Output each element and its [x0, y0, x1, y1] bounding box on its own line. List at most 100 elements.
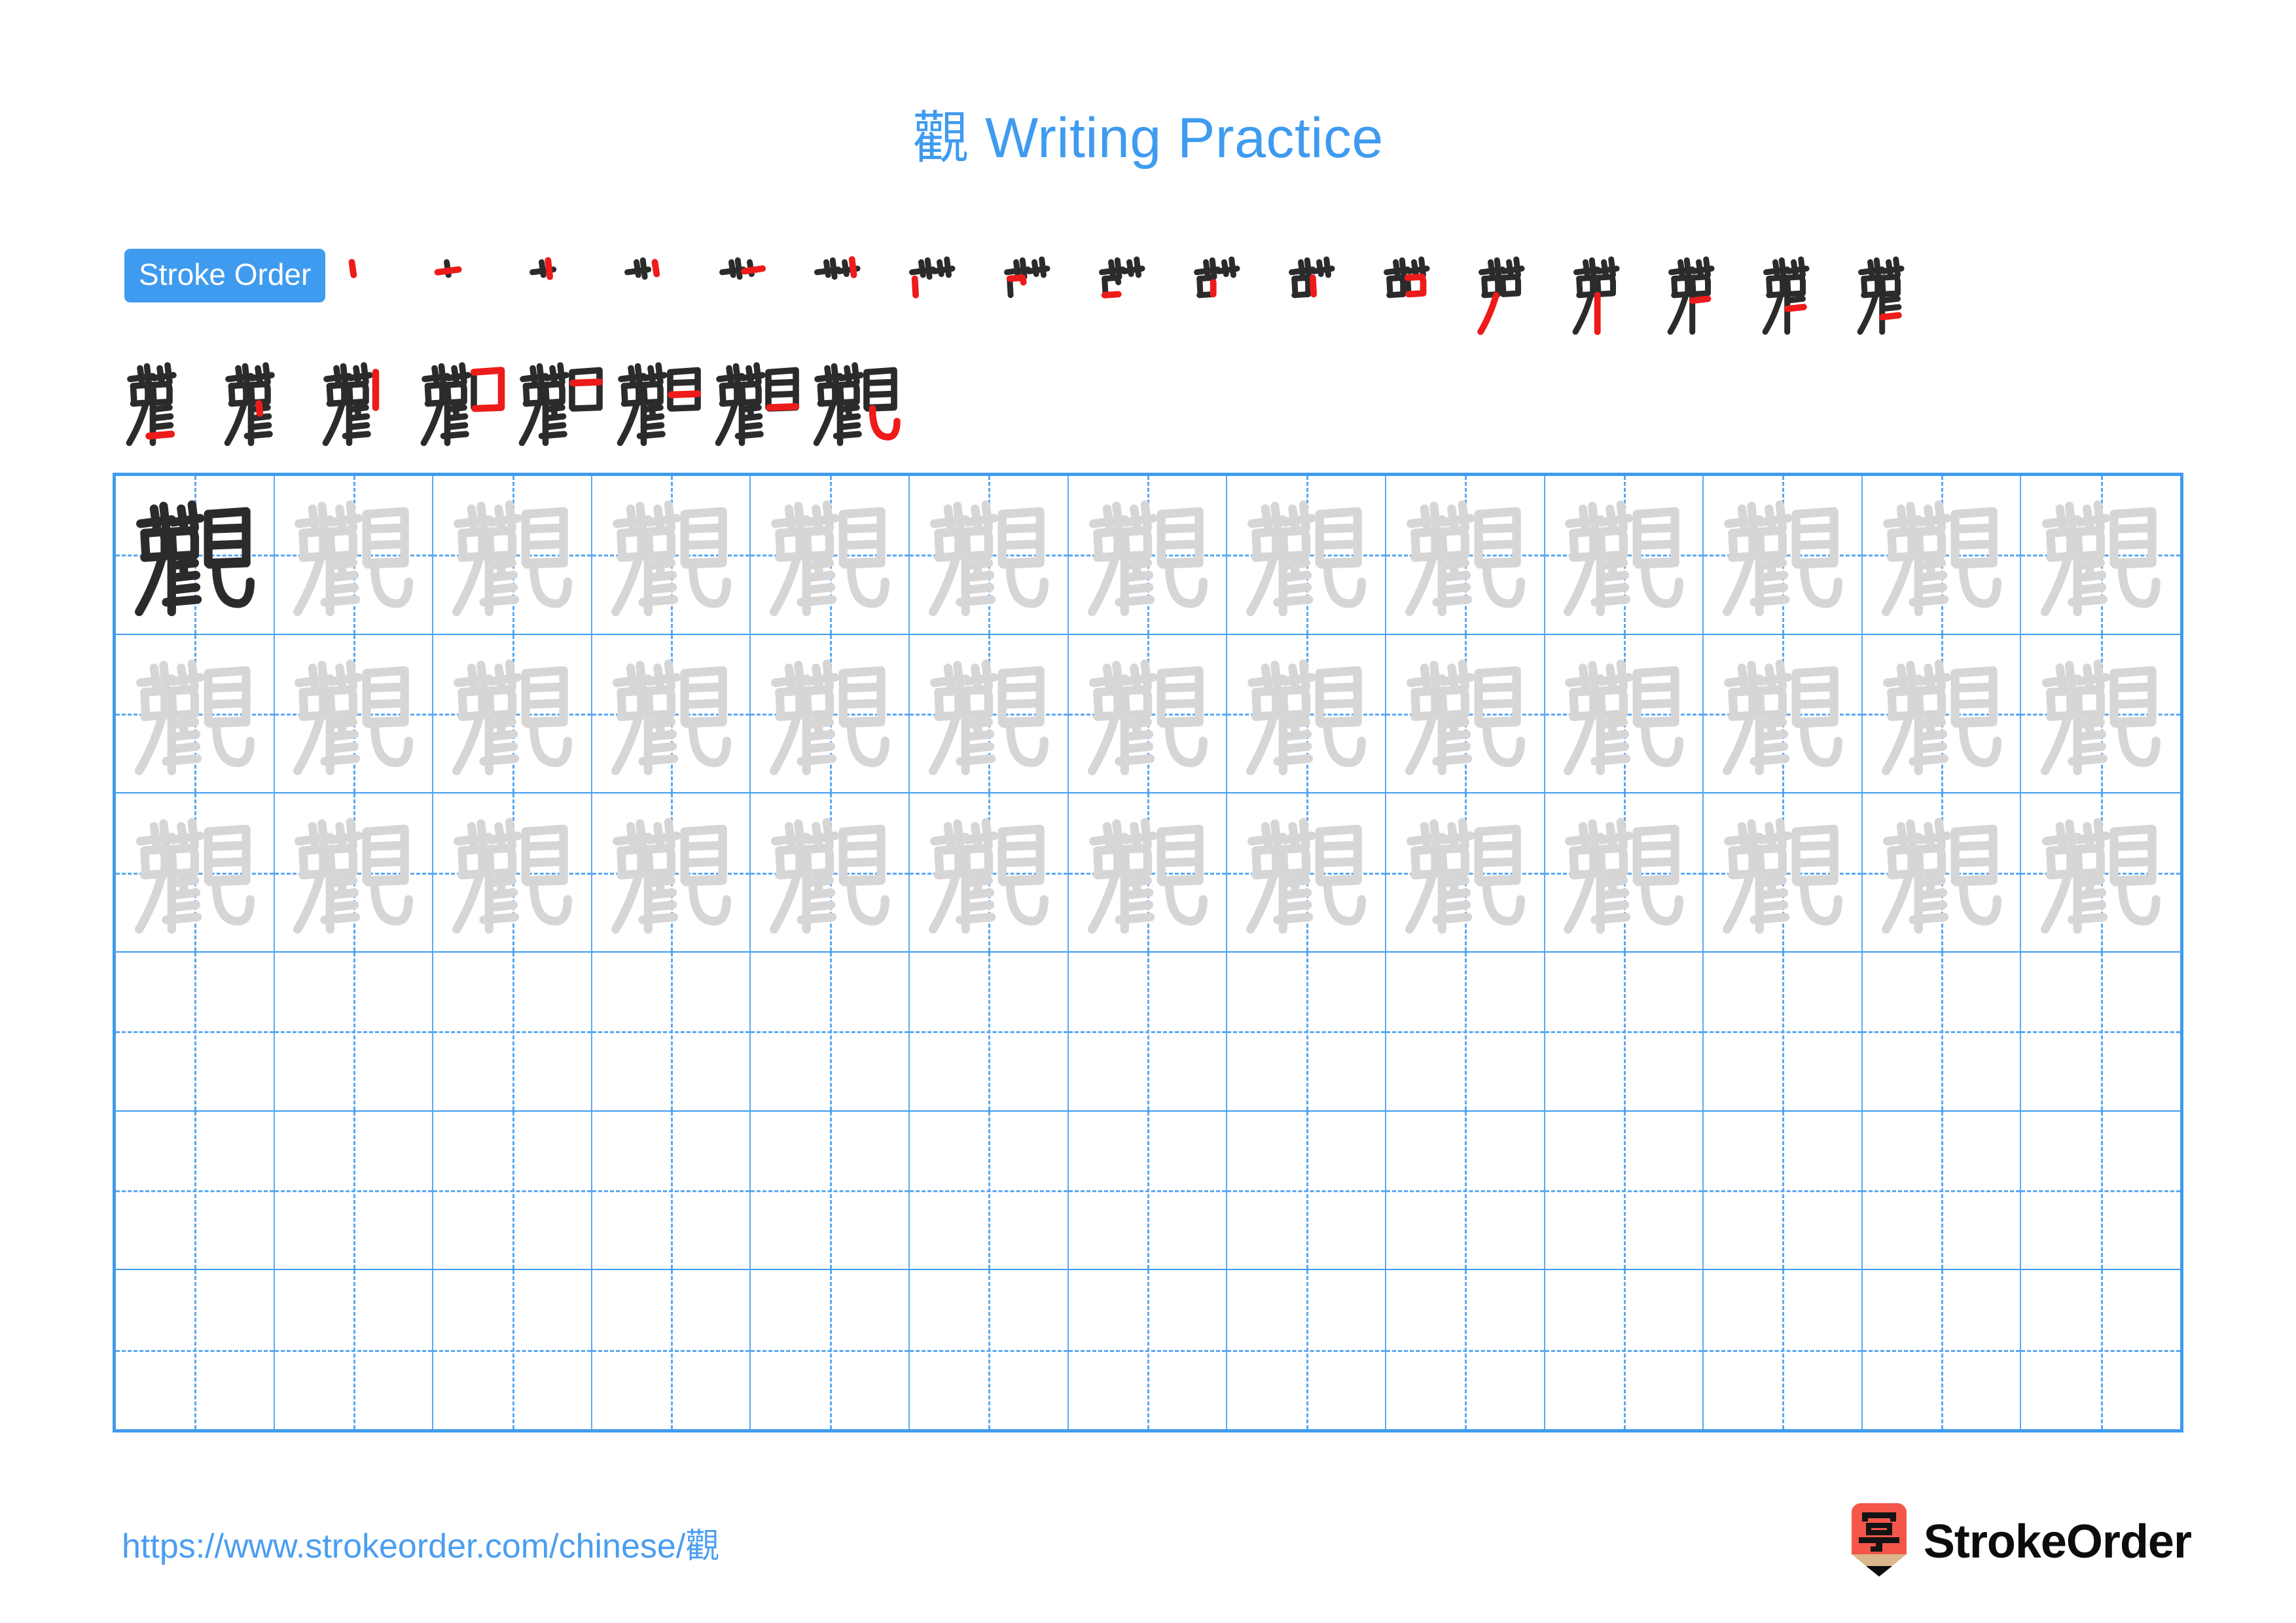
- practice-cell-r5c13[interactable]: [2021, 1111, 2180, 1271]
- practice-cell-r1c5[interactable]: [751, 476, 910, 635]
- practice-cell-r3c10[interactable]: [1545, 793, 1704, 953]
- practice-cell-r2c6[interactable]: [910, 634, 1069, 794]
- practice-cell-r6c12[interactable]: [1862, 1270, 2022, 1429]
- practice-cell-r2c3[interactable]: [433, 634, 592, 794]
- footer-url[interactable]: https://www.strokeorder.com/chinese/觀: [122, 1529, 719, 1563]
- practice-cell-r5c10[interactable]: [1545, 1111, 1704, 1271]
- practice-cell-r1c2[interactable]: [274, 476, 434, 635]
- stroke-step-9: [1091, 247, 1186, 339]
- trace-character: [910, 635, 1067, 793]
- practice-cell-r1c10[interactable]: [1545, 476, 1704, 635]
- practice-cell-r1c6[interactable]: [910, 476, 1069, 635]
- stroke-step-glyph: [617, 247, 711, 339]
- practice-cell-r3c13[interactable]: [2021, 793, 2180, 953]
- stroke-step-3: [522, 247, 617, 339]
- practice-cell-r1c9[interactable]: [1386, 476, 1545, 635]
- practice-cell-r6c10[interactable]: [1545, 1270, 1704, 1429]
- trace-character: [275, 635, 433, 793]
- practice-cell-r5c4[interactable]: [592, 1111, 751, 1271]
- practice-cell-r2c10[interactable]: [1545, 634, 1704, 794]
- practice-cell-r3c5[interactable]: [751, 793, 910, 953]
- practice-cell-r6c11[interactable]: [1704, 1270, 1863, 1429]
- trace-character: [751, 793, 908, 951]
- practice-cell-r3c8[interactable]: [1227, 793, 1386, 953]
- stroke-step-20: [317, 351, 415, 452]
- page-title-character: 觀: [912, 105, 969, 171]
- practice-cell-r2c9[interactable]: [1386, 634, 1545, 794]
- trace-character: [1227, 635, 1385, 793]
- stroke-step-2: [427, 247, 522, 339]
- trace-character: [910, 793, 1067, 951]
- practice-cell-r5c1[interactable]: [116, 1111, 275, 1271]
- practice-cell-r4c13[interactable]: [2021, 953, 2180, 1112]
- practice-cell-r6c7[interactable]: [1068, 1270, 1228, 1429]
- practice-cell-r2c11[interactable]: [1704, 634, 1863, 794]
- practice-cell-r4c1[interactable]: [116, 953, 275, 1112]
- practice-cell-r5c8[interactable]: [1227, 1111, 1386, 1271]
- practice-cell-r6c2[interactable]: [274, 1270, 434, 1429]
- stroke-step-7: [901, 247, 996, 339]
- stroke-step-15: [1660, 247, 1755, 339]
- practice-cell-r4c8[interactable]: [1227, 953, 1386, 1112]
- trace-character: [433, 793, 591, 951]
- practice-cell-r4c7[interactable]: [1068, 953, 1228, 1112]
- practice-cell-r6c6[interactable]: [910, 1270, 1069, 1429]
- practice-cell-r1c13[interactable]: [2021, 476, 2180, 635]
- practice-cell-r4c10[interactable]: [1545, 953, 1704, 1112]
- practice-cell-r3c3[interactable]: [433, 793, 592, 953]
- practice-cell-r1c1[interactable]: [116, 476, 275, 635]
- practice-cell-r4c6[interactable]: [910, 953, 1069, 1112]
- practice-cell-r1c8[interactable]: [1227, 476, 1386, 635]
- stroke-step-glyph: [1471, 247, 1566, 339]
- practice-cell-r3c7[interactable]: [1068, 793, 1228, 953]
- practice-cell-r6c9[interactable]: [1386, 1270, 1545, 1429]
- practice-cell-r3c1[interactable]: [116, 793, 275, 953]
- practice-cell-r1c12[interactable]: [1862, 476, 2022, 635]
- practice-cell-r5c11[interactable]: [1704, 1111, 1863, 1271]
- practice-cell-r2c7[interactable]: [1068, 634, 1228, 794]
- stroke-step-glyph: [1755, 247, 1850, 339]
- practice-cell-r4c9[interactable]: [1386, 953, 1545, 1112]
- practice-cell-r6c1[interactable]: [116, 1270, 275, 1429]
- practice-cell-r5c7[interactable]: [1068, 1111, 1228, 1271]
- practice-cell-r3c4[interactable]: [592, 793, 751, 953]
- practice-cell-r6c8[interactable]: [1227, 1270, 1386, 1429]
- stroke-step-5: [711, 247, 806, 339]
- practice-cell-r4c5[interactable]: [751, 953, 910, 1112]
- practice-cell-r2c5[interactable]: [751, 634, 910, 794]
- practice-cell-r5c6[interactable]: [910, 1111, 1069, 1271]
- practice-cell-r4c4[interactable]: [592, 953, 751, 1112]
- practice-cell-r4c2[interactable]: [274, 953, 434, 1112]
- stroke-step-1: [332, 247, 427, 339]
- practice-cell-r2c2[interactable]: [274, 634, 434, 794]
- practice-cell-r5c3[interactable]: [433, 1111, 592, 1271]
- practice-cell-r4c3[interactable]: [433, 953, 592, 1112]
- practice-cell-r5c9[interactable]: [1386, 1111, 1545, 1271]
- practice-cell-r3c2[interactable]: [274, 793, 434, 953]
- practice-cell-r5c2[interactable]: [274, 1111, 434, 1271]
- practice-cell-r6c13[interactable]: [2021, 1270, 2180, 1429]
- practice-cell-r4c12[interactable]: [1862, 953, 2022, 1112]
- practice-cell-r2c1[interactable]: [116, 634, 275, 794]
- practice-cell-r3c6[interactable]: [910, 793, 1069, 953]
- practice-cell-r2c8[interactable]: [1227, 634, 1386, 794]
- practice-cell-r1c3[interactable]: [433, 476, 592, 635]
- practice-cell-r2c13[interactable]: [2021, 634, 2180, 794]
- practice-cell-r6c4[interactable]: [592, 1270, 751, 1429]
- practice-cell-r5c5[interactable]: [751, 1111, 910, 1271]
- page-title: 觀 Writing Practice: [0, 110, 2296, 166]
- stroke-order-row-1: Stroke Order: [124, 247, 2193, 344]
- practice-cell-r5c12[interactable]: [1862, 1111, 2022, 1271]
- practice-cell-r4c11[interactable]: [1704, 953, 1863, 1112]
- practice-cell-r3c9[interactable]: [1386, 793, 1545, 953]
- practice-cell-r1c11[interactable]: [1704, 476, 1863, 635]
- practice-cell-r2c4[interactable]: [592, 634, 751, 794]
- practice-cell-r6c3[interactable]: [433, 1270, 592, 1429]
- practice-cell-r6c5[interactable]: [751, 1270, 910, 1429]
- practice-cell-r1c4[interactable]: [592, 476, 751, 635]
- practice-cell-r3c11[interactable]: [1704, 793, 1863, 953]
- practice-cell-r2c12[interactable]: [1862, 634, 2022, 794]
- practice-cell-r3c12[interactable]: [1862, 793, 2022, 953]
- stroke-step-glyph: [806, 247, 901, 339]
- practice-cell-r1c7[interactable]: [1068, 476, 1228, 635]
